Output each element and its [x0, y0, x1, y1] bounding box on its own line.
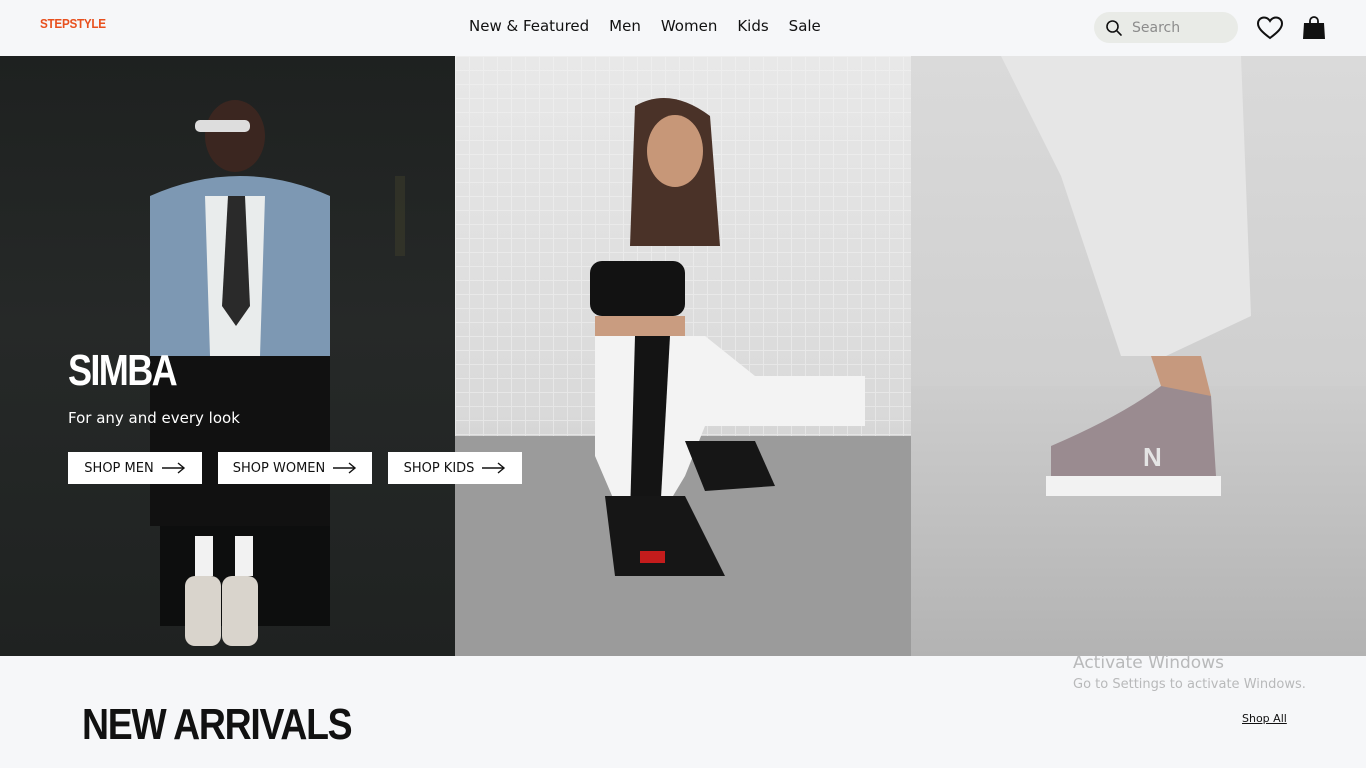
brand-logo[interactable]: STEPSTYLE — [40, 16, 106, 31]
heart-icon[interactable] — [1256, 15, 1284, 41]
hero-banner: N SIMBA For any and every look SHOP MEN … — [0, 56, 1366, 656]
windows-activation-subtitle: Go to Settings to activate Windows. — [1073, 677, 1306, 692]
shop-all-link[interactable]: Shop All — [1242, 712, 1287, 725]
shop-women-label: SHOP WOMEN — [232, 460, 326, 476]
hero-title: SIMBA — [68, 346, 178, 395]
hero-subtitle: For any and every look — [68, 409, 240, 427]
svg-text:N: N — [1143, 442, 1162, 472]
nav-new-featured[interactable]: New & Featured — [469, 17, 589, 35]
model-silhouette-women — [590, 98, 865, 576]
arrow-right-icon — [482, 462, 506, 474]
shopping-bag-icon[interactable] — [1302, 15, 1326, 41]
hero-image-sneaker: N — [911, 56, 1366, 656]
nav-kids[interactable]: Kids — [737, 17, 768, 35]
nav-women[interactable]: Women — [661, 17, 717, 35]
shop-men-label: SHOP MEN — [84, 460, 154, 476]
shop-women-button[interactable]: SHOP WOMEN — [218, 452, 372, 484]
shop-men-button[interactable]: SHOP MEN — [68, 452, 202, 484]
search-box[interactable] — [1094, 12, 1238, 43]
arrow-right-icon — [333, 462, 357, 474]
sneaker-closeup: N — [1001, 56, 1251, 496]
arrow-right-icon — [161, 462, 185, 474]
search-icon[interactable] — [1105, 19, 1123, 37]
new-arrivals-heading: NEW ARRIVALS — [82, 700, 353, 749]
site-header: STEPSTYLE New & Featured Men Women Kids … — [0, 0, 1366, 56]
nav-sale[interactable]: Sale — [789, 17, 821, 35]
shop-kids-label: SHOP KIDS — [403, 460, 475, 476]
nav-men[interactable]: Men — [609, 17, 641, 35]
hero-image-women — [455, 56, 911, 656]
windows-activation-title: Activate Windows — [1073, 653, 1224, 673]
search-input[interactable] — [1132, 18, 1228, 37]
shop-kids-button[interactable]: SHOP KIDS — [388, 452, 522, 484]
main-nav: New & Featured Men Women Kids Sale — [469, 17, 821, 35]
